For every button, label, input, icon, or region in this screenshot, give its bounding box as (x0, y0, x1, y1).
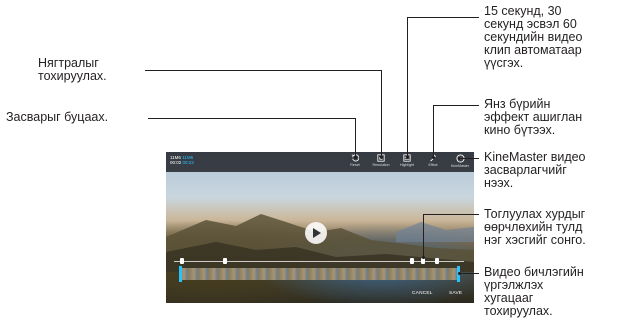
callout-line-undo (148, 118, 356, 119)
play-button[interactable] (305, 222, 327, 244)
video-info: 11M6 11M6 00:02 00:23 (170, 155, 194, 165)
speed-point[interactable] (410, 258, 414, 264)
callout-trim: Видео бичлэгийн үргэлжлэх хугацааг тохир… (484, 265, 584, 318)
callout-undo: Засварыг буцаах. (6, 110, 109, 124)
callout-line-resolution (145, 70, 382, 71)
video-editor-screen: 11M6 11M6 00:02 00:23 Reset Resolution H (166, 152, 474, 303)
reset-label: Reset (350, 163, 360, 167)
editor-toolbar: 11M6 11M6 00:02 00:23 Reset Resolution H (166, 152, 474, 172)
callout-line-undo (355, 118, 356, 157)
callout-dot (354, 156, 357, 159)
duration-original: 00:02 (170, 160, 182, 165)
callout-speed: Тоглуулах хурдыг өөрчлөхийн тулд нэг хэс… (484, 207, 586, 247)
callout-line-speed (423, 214, 479, 215)
trim-handle-start[interactable] (179, 266, 182, 282)
callout-dot (406, 156, 409, 159)
cancel-button[interactable]: CANCEL (412, 291, 433, 296)
speed-point[interactable] (223, 258, 227, 264)
callout-highlight: 15 секунд, 30 секунд эсвэл 60 секундийн … (484, 4, 583, 70)
callout-line-highlight (407, 17, 408, 157)
callout-dot (458, 157, 461, 160)
callout-line-trim (460, 273, 479, 274)
callout-line-kinemaster (460, 158, 479, 159)
duration-edited: 00:23 (182, 160, 194, 165)
callout-dot (422, 256, 425, 259)
callout-kinemaster: KineMaster видео засварлагчийг нээх. (484, 150, 586, 190)
callout-line-highlight (407, 17, 479, 18)
callout-line-effect (433, 105, 479, 106)
callout-resolution: Нягтралыг тохируулах. (38, 56, 107, 83)
callout-dot (432, 156, 435, 159)
callout-dot (380, 156, 383, 159)
callout-effect: Янз бүрийн эффект ашиглан кино бүтээх. (484, 97, 583, 137)
video-timeline-strip[interactable] (179, 268, 459, 280)
callout-line-speed (423, 214, 424, 257)
resolution-label: Resolution (372, 163, 390, 167)
highlight-label: Highlight (400, 163, 414, 167)
save-button[interactable]: SAVE (449, 291, 462, 296)
speed-point[interactable] (180, 258, 184, 264)
callout-line-effect (433, 105, 434, 157)
kinemaster-label: KineMaster (450, 164, 470, 168)
speed-point[interactable] (435, 258, 439, 264)
effect-label: Effect (428, 163, 438, 167)
callout-line-resolution (381, 70, 382, 157)
callout-dot (458, 272, 461, 275)
